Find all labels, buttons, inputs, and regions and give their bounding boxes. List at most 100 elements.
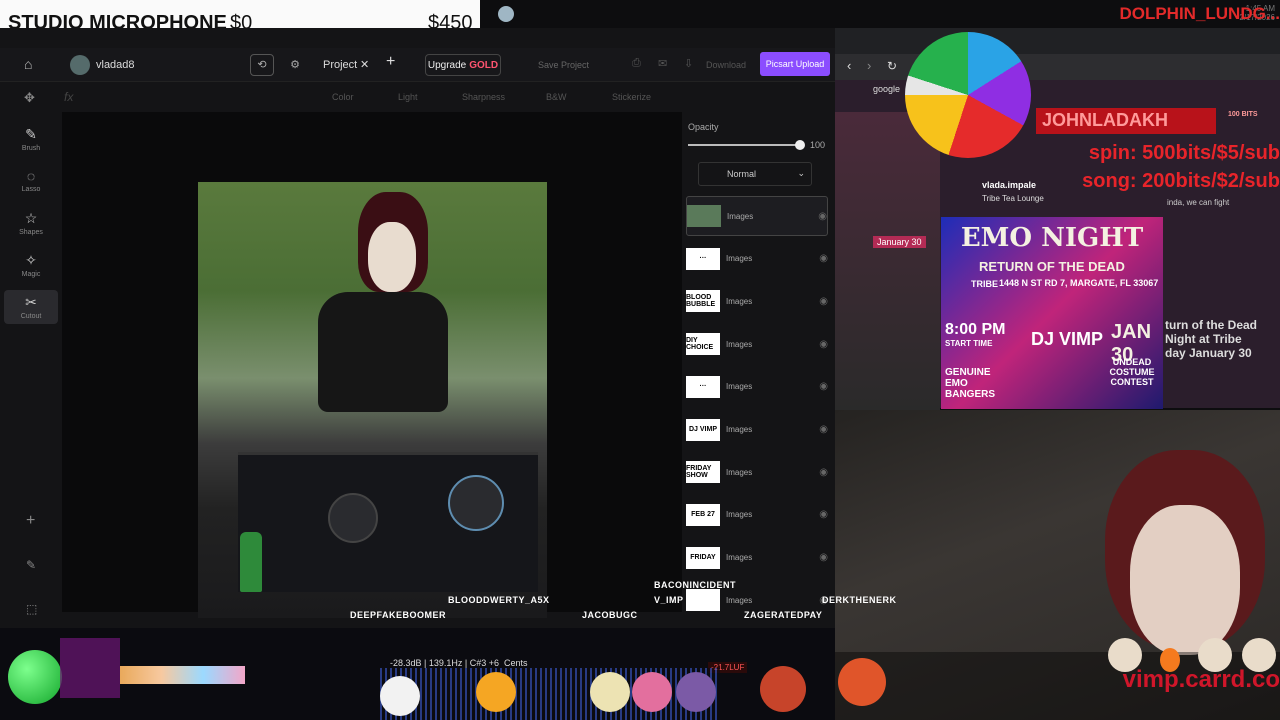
bottom-overlay: -28.3dB | 139.1Hz | C#3 +6 Cents -21.7LU… [0,628,835,720]
cutout-tool[interactable]: ✂ Cutout [4,290,58,324]
eye-icon[interactable]: ◉ [819,296,828,307]
bottle [240,532,262,592]
back-icon[interactable]: ‹ [847,58,851,73]
jog-wheel-right [448,475,504,531]
spin-price: spin: 500bits/$5/sub [1088,142,1280,164]
opacity-handle[interactable] [795,140,805,150]
brush-tool[interactable]: ✎ Brush [4,126,58,152]
poster-extra2: UNDEAD COSTUME CONTEST [1109,357,1155,387]
layer-label: Images [727,211,754,221]
layer-row[interactable]: FEB 27 Images ◉ [686,495,828,535]
layer-row[interactable]: FRIDAY Images ◉ [686,538,828,578]
poster-line2: RETURN OF THE DEAD [979,259,1125,274]
forward-icon[interactable]: › [867,58,871,73]
eye-icon[interactable]: ◉ [819,339,828,350]
lasso-tool[interactable]: ◌ Lasso [4,168,58,193]
tuner-note: C#3 +6 [469,658,500,668]
blend-mode-select[interactable]: Normal ⌄ [698,162,812,186]
layer-thumbnail [687,205,721,227]
canvas-photo[interactable] [198,182,547,618]
app-navbar: ⌂ vladad8 ⟲ ⚙ Project ✕ + Save Project ⎙… [0,48,835,82]
avatar[interactable] [70,55,90,75]
brush-label: Brush [21,145,41,152]
layer-label: Images [726,296,753,306]
opacity-slider[interactable] [688,144,800,146]
upgrade-label: Upgrade [427,59,467,71]
poster-venue: TRIBE [971,279,998,289]
adjust-toolbar: fx Color Light Sharpness B&W Stickerize [64,82,684,112]
cat-sprite [380,676,420,716]
shapes-label: Shapes [19,229,43,236]
layer-thumbnail [686,589,720,612]
eye-icon[interactable]: ◉ [818,211,827,222]
post-badge: January 30 [873,236,926,248]
close-tab-icon[interactable]: ✕ [360,58,369,71]
stickerize-tool[interactable]: Stickerize [612,92,651,102]
browser-tabbar [835,28,1280,54]
eye-icon[interactable]: ◉ [819,253,828,264]
tab-project[interactable]: Project [323,59,357,71]
side-caption: turn of the Dead Night at Tribe day Janu… [1165,318,1257,360]
add-tab-icon[interactable]: + [386,53,395,71]
sync-icon[interactable]: ⟲ [250,54,274,76]
move-icon[interactable]: ✥ [24,90,35,106]
bw-tool[interactable]: B&W [546,92,567,102]
bookmark-google[interactable]: google [873,84,900,94]
layer-label: Images [726,382,753,392]
lasso-label: Lasso [21,186,41,193]
eye-icon[interactable]: ◉ [819,381,828,392]
layer-row[interactable]: DJ VIMP Images ◉ [686,410,828,450]
layer-label: Images [726,595,753,605]
layer-row[interactable]: DIY CHOICE Images ◉ [686,324,828,364]
chevron-down-icon: ⌄ [797,168,805,178]
reload-icon[interactable]: ↻ [887,59,897,73]
layer-row[interactable]: FRIDAY SHOW Images ◉ [686,452,828,492]
tool-sidebar: ✥ ✎ Brush ◌ Lasso ☆ Shapes ✧ Magic ✂ Cutout +… [0,90,62,616]
layer-row[interactable]: ··· Images ◉ [686,367,828,407]
profile-name[interactable]: vlada.impale [982,180,1036,190]
add-icon[interactable]: + [26,512,35,530]
layer-label: Images [726,467,753,477]
eye-icon[interactable]: ◉ [819,424,828,435]
opacity-value: 100 [810,140,826,150]
lasso-icon: ◌ [26,168,36,184]
shapes-tool[interactable]: ☆ Shapes [4,210,58,236]
gear-icon[interactable]: ⚙ [284,54,306,76]
window-titlebar: — □ ✕ [0,28,835,72]
fire-sprite [1160,648,1180,672]
redpanda-sprite [760,666,806,712]
username[interactable]: vladad8 [96,59,135,71]
print-icon[interactable]: ⎙ [632,57,641,70]
profile-sub: Tribe Tea Lounge [982,194,1044,203]
eye-icon[interactable]: ◉ [819,509,828,520]
save-project-button[interactable]: Save Project [538,60,589,70]
layer-row[interactable]: ··· Images ◉ [686,239,828,279]
light-tool[interactable]: Light [398,92,418,102]
cat-sprite-2 [1198,638,1232,672]
snippet-text: inda, we can fight [1167,198,1230,207]
pen-icon[interactable]: ✎ [26,558,36,572]
eye-icon[interactable]: ◉ [819,552,828,563]
select-icon[interactable]: ⬚ [26,602,37,616]
download-icon[interactable]: ⇩ [684,57,693,70]
layer-thumbnail: FRIDAY SHOW [686,461,720,484]
alert-dolphin: DOLPHIN_LUNDG... [1119,4,1280,23]
eye-icon[interactable]: ◉ [819,467,828,478]
home-icon[interactable]: ⌂ [24,56,32,72]
visualizer-block [60,638,120,698]
layer-row[interactable]: Images ◉ [686,196,828,236]
fx-icon[interactable]: fx [64,90,73,104]
chat-name: BACONINCIDENT [654,580,736,590]
sharpness-tool[interactable]: Sharpness [462,92,505,102]
sheep-sprite [590,672,630,712]
layer-row[interactable]: BLOOD BUBBLE Images ◉ [686,281,828,321]
waveform [120,666,245,684]
magic-label: Magic [21,271,41,278]
color-tool[interactable]: Color [332,92,354,102]
picsart-upload-button[interactable]: Picsart Upload [760,52,830,76]
upgrade-button[interactable]: Upgrade GOLD [425,54,501,76]
download-button[interactable]: Download [706,60,746,70]
magic-tool[interactable]: ✧ Magic [4,252,58,278]
mail-icon[interactable]: ✉ [658,57,667,70]
poster-address: 1448 N ST RD 7, MARGATE, FL 33067 [999,278,1159,288]
